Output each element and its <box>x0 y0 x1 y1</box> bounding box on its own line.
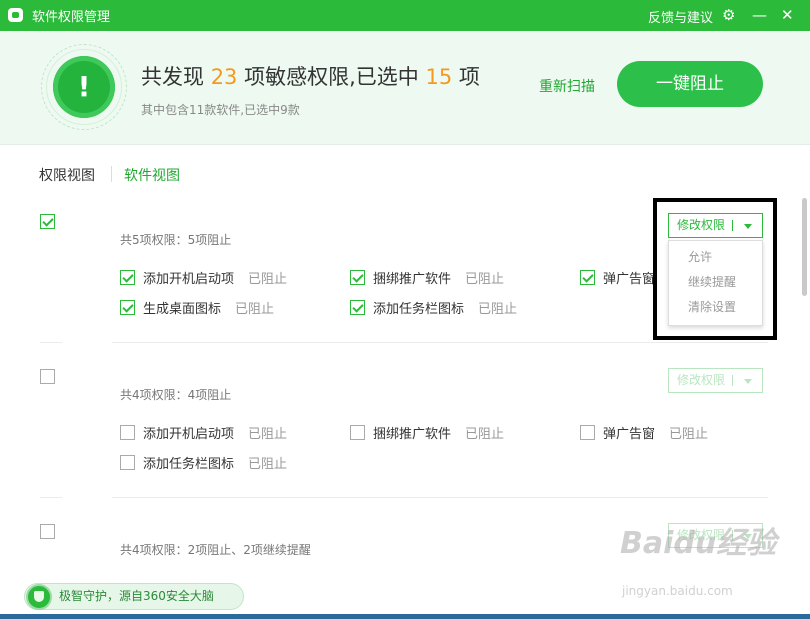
permission-checkbox[interactable] <box>120 455 135 470</box>
permission-state: 已阻止 <box>465 272 505 287</box>
watermark-url: jingyan.baidu.com <box>622 584 733 598</box>
scan-subline: 其中包含11款软件,已选中9款 <box>141 103 300 117</box>
scan-summary-header: ! 共发现 23 项敏感权限,已选中 15 项 其中包含11款软件,已选中9款 … <box>0 31 810 145</box>
permission-name: 添加开机启动项 <box>143 427 235 442</box>
permission-item[interactable]: 添加任务栏图标 已阻止 <box>120 453 287 472</box>
headline-mid: 项敏感权限,已选中 <box>244 65 419 89</box>
rescan-link[interactable]: 重新扫描 <box>539 76 595 96</box>
permission-name: 捆绑推广软件 <box>373 272 452 287</box>
headline-prefix: 共发现 <box>141 65 204 89</box>
permission-item[interactable]: 生成桌面图标 已阻止 <box>120 298 274 317</box>
permission-checkbox[interactable] <box>580 270 595 285</box>
close-icon[interactable]: ✕ <box>781 5 794 25</box>
permission-item[interactable]: 添加任务栏图标 已阻止 <box>350 298 517 317</box>
tab-divider <box>111 166 112 182</box>
permission-checkbox[interactable] <box>350 425 365 440</box>
headline-suffix: 项 <box>458 65 480 89</box>
card-divider <box>40 342 768 343</box>
title-bar: 软件权限管理 反馈与建议 ⚙ — ✕ <box>0 0 810 31</box>
permission-name: 添加任务栏图标 <box>373 302 465 317</box>
modify-button-separator <box>732 375 733 386</box>
security-badge: 极智守护，源自360安全大脑 <box>24 583 244 610</box>
tab-permission-view[interactable]: 权限视图 <box>39 165 95 185</box>
minimize-icon[interactable]: — <box>752 5 767 25</box>
app-logo-icon <box>8 8 23 22</box>
permission-item[interactable]: 添加开机启动项 已阻止 <box>120 423 287 442</box>
permission-item[interactable]: 捆绑推广软件 已阻止 <box>350 268 504 287</box>
permission-item[interactable]: 弹广告窗 已阻止 <box>580 423 708 442</box>
permission-name: 弹广告窗 <box>603 272 656 287</box>
annotation-highlight-box <box>653 198 777 340</box>
feedback-link[interactable]: 反馈与建议 <box>648 7 713 26</box>
permission-name: 捆绑推广软件 <box>373 427 452 442</box>
permission-item[interactable]: 弹广告窗 <box>580 268 655 287</box>
permission-state: 已阻止 <box>235 302 275 317</box>
card-divider <box>40 497 768 498</box>
card-1-checkbox[interactable] <box>40 214 55 229</box>
chevron-down-icon <box>744 379 752 384</box>
scan-headline: 共发现 23 项敏感权限,已选中 15 项 <box>141 61 480 91</box>
permission-state: 已阻止 <box>248 272 288 287</box>
security-badge-text: 极智守护，源自360安全大脑 <box>59 589 214 603</box>
card-2-summary: 共4项权限：4项阻止 <box>120 388 232 402</box>
permission-checkbox[interactable] <box>350 270 365 285</box>
tab-software-view[interactable]: 软件视图 <box>124 165 180 185</box>
permission-checkbox[interactable] <box>120 270 135 285</box>
block-all-button[interactable]: 一键阻止 <box>617 61 763 107</box>
watermark-logo: Baidu经验 <box>620 526 777 561</box>
permission-state: 已阻止 <box>248 457 288 472</box>
permission-checkbox[interactable] <box>120 300 135 315</box>
card-3-summary: 共4项权限：2项阻止、2项继续提醒 <box>120 543 311 557</box>
card-3-checkbox[interactable] <box>40 524 55 539</box>
permission-checkbox[interactable] <box>350 300 365 315</box>
found-count: 23 <box>210 65 238 89</box>
permission-name: 添加任务栏图标 <box>143 457 235 472</box>
permission-item[interactable]: 添加开机启动项 已阻止 <box>120 268 287 287</box>
permission-item[interactable]: 捆绑推广软件 已阻止 <box>350 423 504 442</box>
permission-state: 已阻止 <box>478 302 518 317</box>
alert-icon: ! <box>53 56 115 118</box>
permission-name: 弹广告窗 <box>603 427 656 442</box>
permission-name: 生成桌面图标 <box>143 302 222 317</box>
window-bottom-border <box>0 614 810 619</box>
gear-icon[interactable]: ⚙ <box>722 5 735 25</box>
modify-button-label: 修改权限 <box>677 373 726 387</box>
scrollbar-thumb[interactable] <box>802 198 807 296</box>
permission-state: 已阻止 <box>465 427 505 442</box>
card-1-summary: 共5项权限：5项阻止 <box>120 233 232 247</box>
permission-checkbox[interactable] <box>120 425 135 440</box>
permission-state: 已阻止 <box>248 427 288 442</box>
permission-state: 已阻止 <box>669 427 709 442</box>
window-title: 软件权限管理 <box>32 10 111 25</box>
permission-name: 添加开机启动项 <box>143 272 235 287</box>
shield-icon <box>26 584 52 610</box>
permission-checkbox[interactable] <box>580 425 595 440</box>
selected-count: 15 <box>425 65 453 89</box>
card-2-modify-button[interactable]: 修改权限 <box>668 368 763 393</box>
card-2-checkbox[interactable] <box>40 369 55 384</box>
